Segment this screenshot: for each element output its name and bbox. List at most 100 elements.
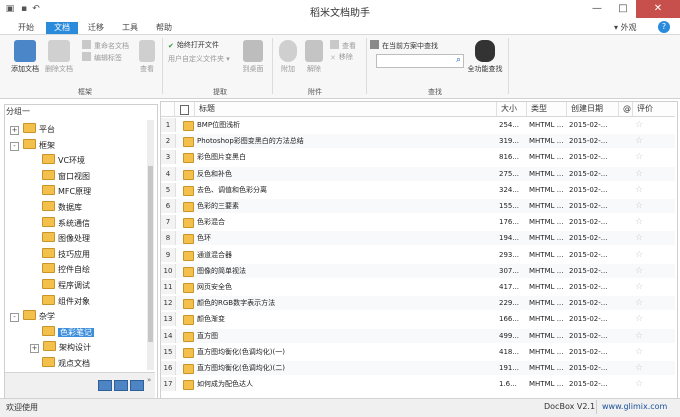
full-search-button[interactable]: 全功能查找 [466, 40, 504, 74]
collapse-icon[interactable]: - [10, 313, 19, 323]
remove-button[interactable]: ✕ 移除 [330, 52, 353, 63]
rating-star-icon[interactable]: ☆ [635, 264, 647, 278]
rating-star-icon[interactable]: ☆ [635, 361, 647, 375]
table-row[interactable]: 14 直方图 499... MHTML ... 2015-02-... ☆ [161, 328, 675, 343]
table-row[interactable]: 6 色彩的三要素 155... MHTML ... 2015-02-... ☆ [161, 199, 675, 213]
view-mode-1-button[interactable] [98, 380, 112, 391]
tree-node[interactable]: 程序调试 [30, 278, 90, 293]
search-icon[interactable]: ⌕ [456, 55, 461, 65]
table-row[interactable]: 4 反色和补色 275... MHTML ... 2015-02-... ☆ [161, 166, 675, 181]
table-row[interactable]: 9 通道混合器 293... MHTML ... 2015-02-... ☆ [161, 247, 675, 262]
column-header-attach[interactable]: @ [619, 102, 633, 116]
view-button[interactable]: 查看 [136, 40, 158, 74]
table-row[interactable]: 1 BMP位图浅析 254... MHTML ... 2015-02-... ☆ [161, 118, 675, 132]
tree-node[interactable]: + 架构设计 [30, 340, 91, 355]
user-defined-folder-dropdown[interactable]: 用户自定义文件夹 ▾ [168, 54, 230, 65]
tab-help[interactable]: 帮助 [148, 22, 180, 34]
row-type: MHTML ... [529, 121, 564, 129]
always-open-file-button[interactable]: ✔ 始终打开文件 [168, 40, 219, 51]
tree-node-label: 架构设计 [59, 343, 91, 353]
table-row[interactable]: 12 颜色的RGB数字表示方法 229... MHTML ... 2015-02-...… [161, 296, 675, 311]
tree-node[interactable]: + 平台 [10, 122, 55, 137]
maximize-button[interactable]: □ [610, 0, 636, 18]
column-header-type[interactable]: 类型 [527, 102, 567, 116]
table-row[interactable]: 2 Photoshop彩图变黑白的方法总结 319... MHTML ... 2015-… [161, 134, 675, 149]
view-icon [139, 40, 155, 62]
rating-star-icon[interactable]: ☆ [635, 329, 647, 343]
file-icon [183, 347, 194, 358]
rating-star-icon[interactable]: ☆ [635, 280, 647, 294]
tab-document[interactable]: 文档 [46, 22, 78, 34]
table-row[interactable]: 15 直方图均衡化(色调均化)(一) 418... MHTML ... 2015-02-… [161, 344, 675, 359]
collapse-icon[interactable]: - [10, 141, 19, 151]
column-header-title[interactable]: 标题 [195, 102, 497, 116]
rating-star-icon[interactable]: ☆ [635, 118, 647, 132]
detach-button[interactable]: 解除 [302, 40, 326, 74]
table-row[interactable]: 10 图像的简单视法 307... MHTML ... 2015-02-... ☆ [161, 263, 675, 278]
tree-node[interactable]: 数据库 [30, 200, 82, 215]
tree-node[interactable]: 控件自绘 [30, 262, 90, 277]
rating-star-icon[interactable]: ☆ [635, 215, 647, 229]
attach-button[interactable]: 附加 [276, 40, 300, 74]
attach-view-button[interactable]: 查看 [330, 40, 356, 52]
rating-star-icon[interactable]: ☆ [635, 345, 647, 359]
tree-scrollbar-thumb[interactable] [148, 166, 153, 342]
tree-node[interactable]: 色彩笔记 [30, 325, 94, 340]
group-label-frame: 框架 [78, 88, 92, 96]
ribbon-separator [162, 38, 163, 94]
close-button[interactable]: ✕ [636, 0, 680, 18]
expand-icon[interactable]: + [30, 344, 39, 354]
tree-node[interactable]: - 框架 [10, 138, 55, 153]
tab-start[interactable]: 开始 [10, 22, 42, 34]
rating-star-icon[interactable]: ☆ [635, 150, 647, 164]
tab-migrate[interactable]: 迁移 [80, 22, 112, 34]
tree-node[interactable]: 窗口视图 [30, 169, 90, 184]
row-title: 彩色图片变黑白 [197, 153, 246, 162]
table-row[interactable]: 16 直方图均衡化(色调均化)(二) 191... MHTML ... 2015-02-… [161, 361, 675, 375]
edit-tags-button[interactable]: 编辑标签 [82, 52, 122, 64]
rating-star-icon[interactable]: ☆ [635, 167, 647, 181]
minimize-button[interactable]: — [584, 0, 610, 18]
skin-menu[interactable]: ▾ 外观 [614, 22, 637, 33]
rating-star-icon[interactable]: ☆ [635, 377, 647, 391]
to-desktop-button[interactable]: 到桌面 [240, 40, 266, 74]
row-number: 3 [161, 150, 176, 165]
tree-node[interactable]: MFC原理 [30, 184, 91, 199]
rating-star-icon[interactable]: ☆ [635, 183, 647, 197]
table-row[interactable]: 5 去色、调值和色彩分离 324... MHTML ... 2015-02-... ☆ [161, 182, 675, 197]
table-row[interactable]: 17 如何成为配色达人 1.6... MHTML ... 2015-02-... ☆ [161, 377, 675, 392]
table-row[interactable]: 13 颜色渐变 166... MHTML ... 2015-02-... ☆ [161, 312, 675, 327]
delete-document-button[interactable]: 删除文档 [42, 40, 76, 74]
tree-node[interactable]: 技巧应用 [30, 247, 90, 262]
help-icon[interactable]: ? [658, 21, 670, 33]
view-mode-2-button[interactable] [114, 380, 128, 391]
rating-star-icon[interactable]: ☆ [635, 296, 647, 310]
column-header-size[interactable]: 大小 [497, 102, 527, 116]
tree-node[interactable]: 观点文档 [30, 356, 90, 371]
rating-star-icon[interactable]: ☆ [635, 134, 647, 148]
table-row[interactable]: 3 彩色图片变黑白 816... MHTML ... 2015-02-... ☆ [161, 150, 675, 165]
table-row[interactable]: 8 色环 194... MHTML ... 2015-02-... ☆ [161, 231, 675, 246]
add-document-button[interactable]: 添加文档 [8, 40, 42, 74]
table-row[interactable]: 11 网页安全色 417... MHTML ... 2015-02-... ☆ [161, 280, 675, 294]
search-input[interactable]: ⌕ [376, 54, 464, 68]
tree-node-label: 观点文档 [58, 359, 90, 368]
column-header-rating[interactable]: 评价 [633, 102, 675, 116]
tree-node[interactable]: 图像处理 [30, 231, 90, 246]
rating-star-icon[interactable]: ☆ [635, 312, 647, 326]
more-chevron-icon[interactable]: » [147, 376, 151, 384]
tree-node[interactable]: VC环境 [30, 153, 85, 168]
table-row[interactable]: 7 色彩混合 176... MHTML ... 2015-02-... ☆ [161, 215, 675, 230]
tree-node[interactable]: - 杂学 [10, 309, 55, 324]
column-header-date[interactable]: 创建日期 [567, 102, 619, 116]
rating-star-icon[interactable]: ☆ [635, 231, 647, 245]
expand-icon[interactable]: + [10, 126, 19, 135]
tree-node[interactable]: 组件对象 [30, 294, 90, 309]
tree-node[interactable]: 系统通信 [30, 216, 90, 231]
view-mode-3-button[interactable] [130, 380, 144, 391]
rating-star-icon[interactable]: ☆ [635, 248, 647, 262]
rating-star-icon[interactable]: ☆ [635, 199, 647, 213]
website-link[interactable]: www.glimix.com [602, 402, 667, 411]
tab-tools[interactable]: 工具 [114, 22, 146, 34]
rename-document-button[interactable]: 重命名文档 [82, 40, 129, 52]
